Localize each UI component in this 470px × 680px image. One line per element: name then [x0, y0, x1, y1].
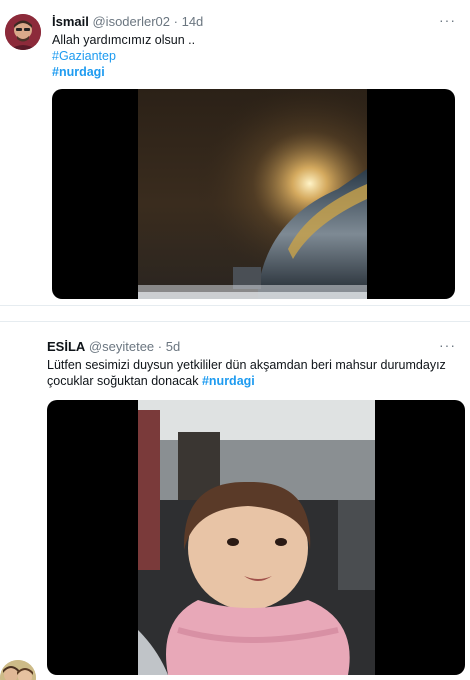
tweet-text-fragment: çocuklar soğuktan donacak [47, 374, 199, 388]
video-frame [138, 89, 367, 299]
timestamp[interactable]: 5d [166, 339, 180, 354]
video-player[interactable] [47, 400, 465, 675]
user-handle[interactable]: @isoderler02 [92, 14, 170, 29]
tweet-text-line: çocuklar soğuktan donacak #nurdagi [47, 373, 457, 389]
tweet-text: Allah yardımcımız olsun .. #Gaziantep #n… [52, 32, 195, 80]
hashtag-link[interactable]: #Gaziantep [52, 48, 195, 64]
tweet-card[interactable]: İsmail @isoderler02 · 14d ··· Allah yard… [0, 0, 470, 306]
tweet-header: ESİLA @seyitetee · 5d [47, 339, 180, 354]
tweet-text-line: Lütfen sesimizi duysun yetkililer dün ak… [47, 358, 446, 372]
avatar-image [5, 14, 41, 50]
separator-dot: · [173, 14, 178, 29]
tweet-header: İsmail @isoderler02 · 14d [52, 14, 203, 29]
avatar[interactable] [5, 14, 41, 50]
user-handle[interactable]: @seyitetee [89, 339, 154, 354]
more-options-icon[interactable]: ··· [439, 337, 456, 353]
tweet-card[interactable]: ESİLA @seyitetee · 5d ··· Lütfen sesimiz… [0, 321, 470, 680]
hashtag-link[interactable]: #nurdagi [202, 374, 255, 388]
timestamp[interactable]: 14d [182, 14, 204, 29]
night-snow-scene [138, 89, 367, 299]
avatar[interactable] [0, 660, 36, 680]
hashtag-link[interactable]: #nurdagi [52, 64, 195, 80]
tweet-text: Lütfen sesimizi duysun yetkililer dün ak… [47, 357, 457, 389]
video-player[interactable] [52, 89, 455, 299]
more-options-icon[interactable]: ··· [439, 12, 456, 28]
avatar-image [0, 660, 36, 680]
video-frame [138, 400, 375, 675]
child-in-bus-scene [138, 400, 375, 675]
display-name[interactable]: ESİLA [47, 339, 85, 354]
tweet-text-line: Allah yardımcımız olsun .. [52, 33, 196, 47]
display-name[interactable]: İsmail [52, 14, 89, 29]
feed-separator [0, 306, 470, 321]
separator-dot: · [157, 339, 163, 354]
